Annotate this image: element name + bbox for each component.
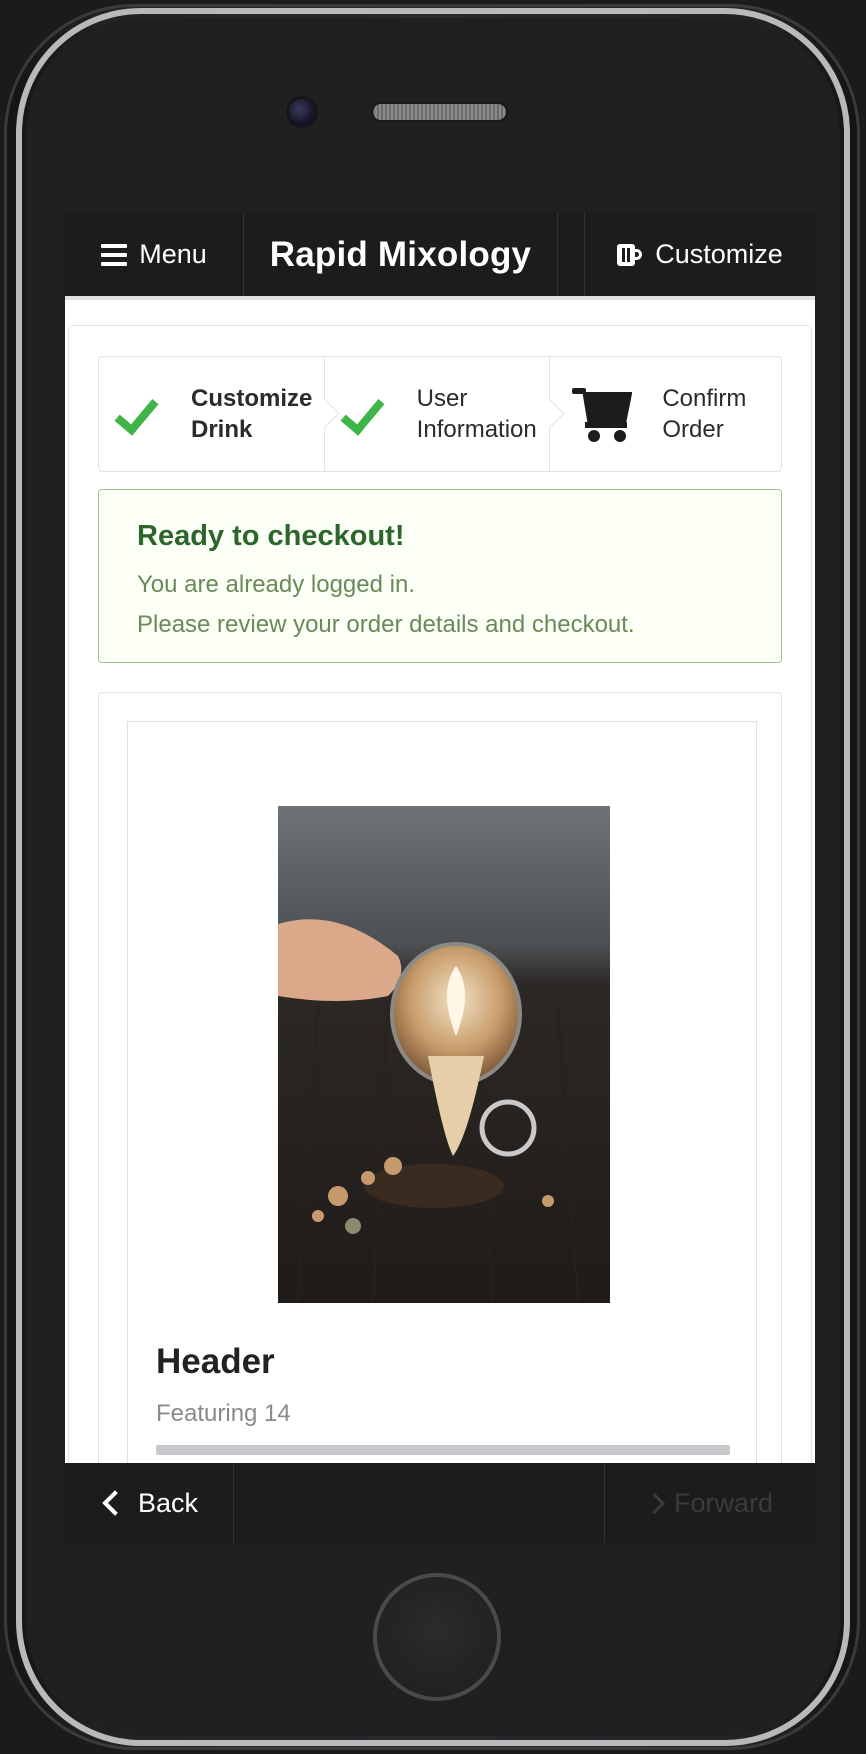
order-details-segment: Header Featuring 14 (98, 692, 782, 1543)
check-icon (115, 394, 165, 434)
step-user-information[interactable]: User Information (325, 357, 565, 471)
customize-label: Customize (655, 239, 783, 269)
top-navbar: Menu Rapid Mixology Customize (65, 213, 815, 300)
front-camera (289, 99, 315, 125)
earpiece-speaker (373, 104, 506, 120)
check-icon (341, 394, 391, 434)
bottom-navbar-spacer (234, 1463, 605, 1543)
back-button[interactable]: Back (65, 1463, 234, 1543)
alert-line-logged-in: You are already logged in. (137, 571, 415, 598)
step-customize-drink[interactable]: Customize Drink (99, 357, 340, 471)
home-button[interactable] (373, 1573, 501, 1701)
drink-photo (278, 806, 610, 1303)
brand-title: Rapid Mixology (244, 213, 558, 296)
step-confirm-order[interactable]: Confirm Order (550, 357, 781, 471)
card-header: Header (156, 1342, 275, 1381)
back-label: Back (137, 1487, 199, 1518)
forward-label: Forward (673, 1487, 774, 1518)
bottom-navbar: Back Forward (65, 1463, 815, 1543)
card-meta: Featuring 14 (156, 1400, 291, 1427)
cart-icon (572, 386, 636, 442)
checkout-content: Customize Drink User Information Confirm… (68, 325, 812, 1543)
step-label: Confirm Order (662, 385, 747, 443)
chevron-left-icon (102, 1490, 128, 1516)
phone-screen: Menu Rapid Mixology Customize Customize … (65, 213, 815, 1543)
alert-line-review: Please review your order details and che… (137, 611, 635, 638)
cup-icon (617, 242, 643, 268)
chevron-right-icon (643, 1492, 666, 1514)
navbar-divider (558, 213, 585, 296)
menu-button[interactable]: Menu (65, 213, 244, 296)
forward-button[interactable]: Forward (605, 1463, 815, 1543)
step-label: User Information (416, 385, 537, 443)
drink-card[interactable]: Header Featuring 14 (127, 721, 757, 1543)
alert-title: Ready to checkout! (137, 520, 405, 552)
step-label: Customize Drink (191, 385, 313, 443)
hamburger-icon (101, 243, 128, 266)
checkout-success-message: Ready to checkout! You are already logge… (98, 489, 782, 663)
description-placeholder-line (156, 1445, 730, 1455)
menu-label: Menu (139, 239, 207, 269)
progress-steps: Customize Drink User Information Confirm… (98, 356, 782, 472)
customize-button[interactable]: Customize (585, 213, 815, 296)
